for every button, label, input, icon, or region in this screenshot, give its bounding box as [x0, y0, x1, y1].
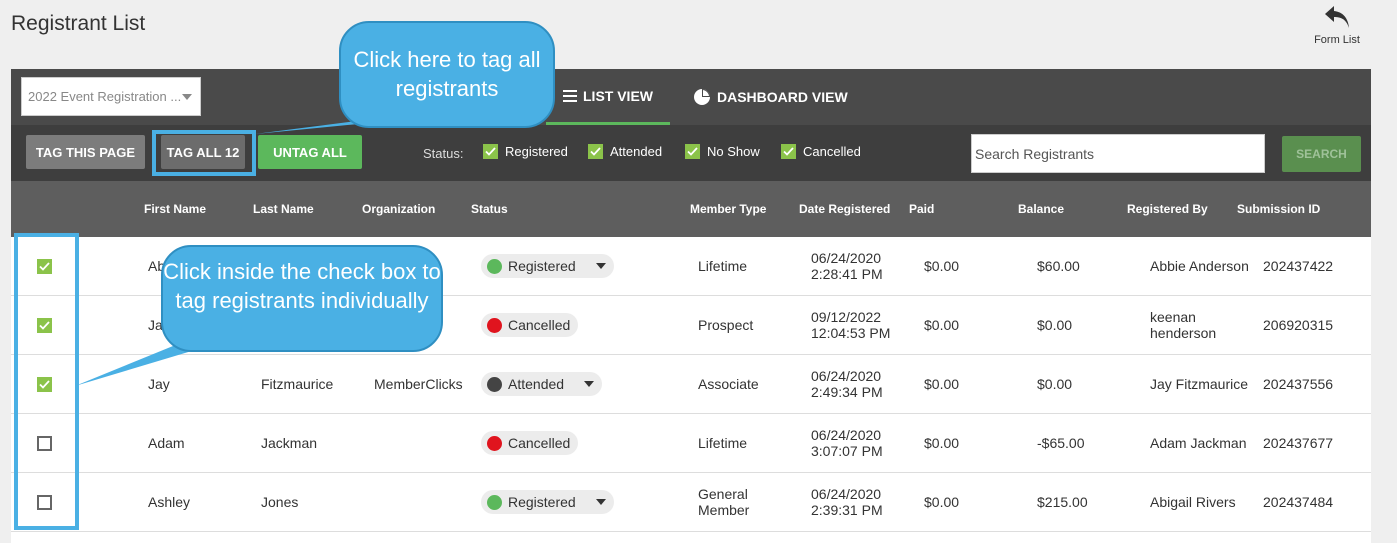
callout-tag-all: Click here to tag all registrants [339, 21, 555, 128]
callout-checkbox: Click inside the check box to tag regist… [161, 245, 443, 352]
